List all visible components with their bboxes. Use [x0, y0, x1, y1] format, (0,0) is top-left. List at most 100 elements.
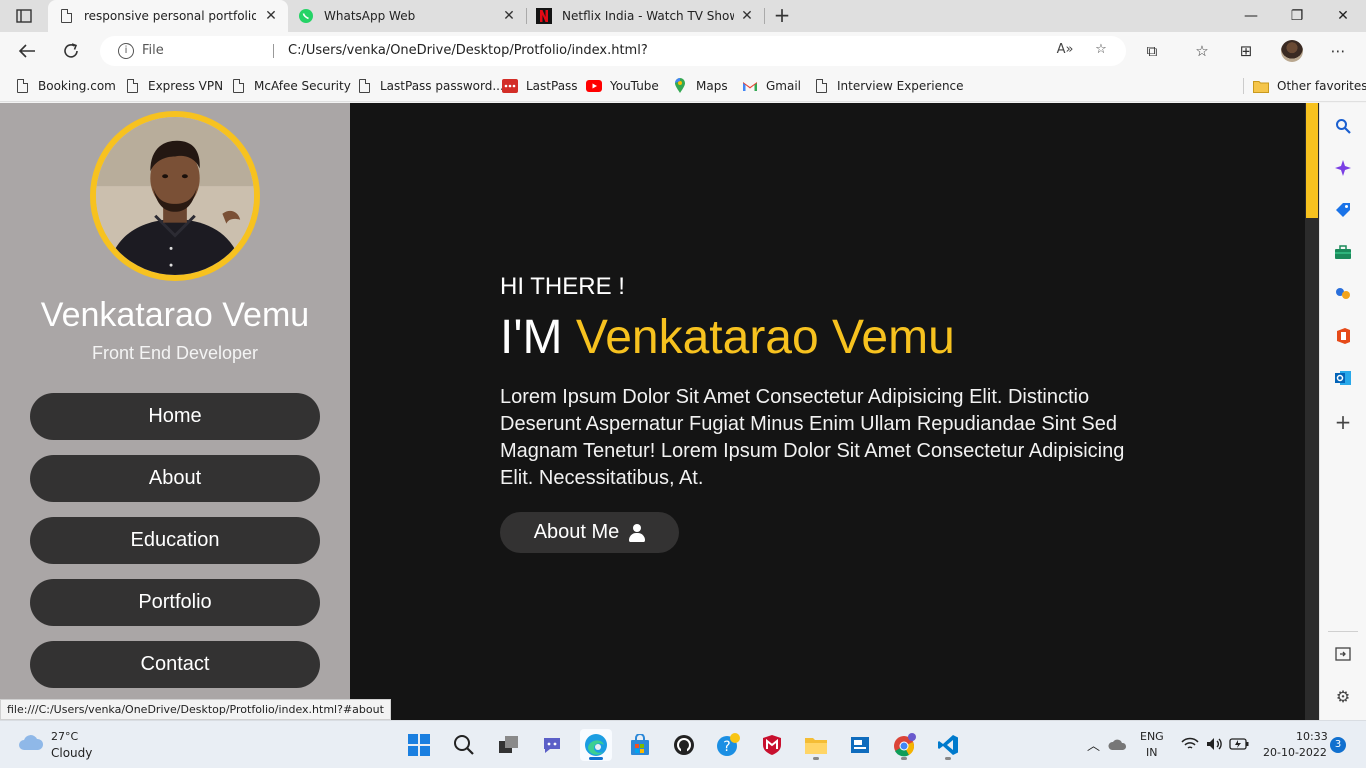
- favorite-lastpass-password[interactable]: LastPass password...: [356, 76, 504, 96]
- favorite-booking[interactable]: Booking.com: [14, 76, 116, 96]
- maps-icon: [672, 78, 688, 94]
- profile-name: Venkatarao Vemu: [40, 296, 310, 334]
- favorite-label: Interview Experience: [837, 79, 964, 93]
- tab-separator: [764, 8, 765, 24]
- microsoft-store-app[interactable]: [624, 729, 656, 761]
- more-menu-icon[interactable]: ⋯: [1328, 41, 1348, 61]
- url-text[interactable]: C:/Users/venka/OneDrive/Desktop/Protfoli…: [288, 43, 648, 58]
- favorite-youtube[interactable]: YouTube: [586, 76, 659, 96]
- minimize-button[interactable]: —: [1228, 0, 1274, 32]
- collections-icon[interactable]: ⊞: [1236, 41, 1256, 61]
- weather-description[interactable]: Cloudy: [51, 746, 92, 760]
- cloud-weather-icon[interactable]: [18, 734, 44, 752]
- tab-netflix[interactable]: Netflix India - Watch TV Shows C ✕: [526, 0, 764, 32]
- about-me-button[interactable]: About Me: [500, 512, 679, 553]
- search-icon[interactable]: [1332, 115, 1354, 137]
- other-favorites[interactable]: Other favorites: [1253, 76, 1366, 96]
- address-bar: i File C:/Users/venka/OneDrive/Desktop/P…: [0, 32, 1366, 70]
- document-icon: [14, 78, 30, 94]
- scrollbar-thumb[interactable]: [1306, 103, 1318, 218]
- mcafee-shield-icon: [763, 735, 781, 755]
- nav-contact[interactable]: Contact: [30, 641, 320, 688]
- nav-home[interactable]: Home: [30, 393, 320, 440]
- active-indicator: [589, 757, 603, 760]
- favorite-lastpass[interactable]: LastPass: [502, 76, 578, 96]
- favorite-maps[interactable]: Maps: [672, 76, 728, 96]
- settings-gear-icon[interactable]: ⚙: [1332, 685, 1354, 707]
- edge-browser-icon: [585, 734, 607, 756]
- restore-button[interactable]: ❐: [1274, 0, 1320, 32]
- add-icon[interactable]: +: [1332, 410, 1354, 434]
- vscode-icon: [938, 735, 958, 755]
- region-indicator[interactable]: IN: [1146, 746, 1157, 759]
- office-icon[interactable]: [1332, 325, 1354, 347]
- close-window-button[interactable]: ✕: [1320, 0, 1366, 32]
- tab-portfolio[interactable]: responsive personal portfolio we ✕: [48, 0, 288, 32]
- tab-whatsapp[interactable]: WhatsApp Web ✕: [288, 0, 526, 32]
- folder-icon: [805, 738, 827, 754]
- chat-app[interactable]: [536, 729, 568, 761]
- page-scrollbar[interactable]: [1305, 103, 1319, 720]
- start-button[interactable]: [403, 729, 435, 761]
- folder-icon: [1253, 78, 1269, 94]
- favorites-icon[interactable]: ☆: [1192, 41, 1212, 61]
- games-icon[interactable]: [1332, 283, 1354, 305]
- back-button[interactable]: [14, 39, 40, 63]
- url-bar[interactable]: i File C:/Users/venka/OneDrive/Desktop/P…: [100, 36, 1126, 66]
- notification-badge[interactable]: 3: [1330, 737, 1346, 753]
- favorite-label: Booking.com: [38, 79, 116, 93]
- info-icon[interactable]: i: [118, 43, 134, 59]
- chrome-app[interactable]: [888, 729, 920, 761]
- wifi-icon[interactable]: [1181, 736, 1199, 752]
- document-icon: [813, 78, 829, 94]
- read-aloud-icon[interactable]: A»: [1056, 42, 1074, 60]
- help-app[interactable]: ?: [712, 729, 744, 761]
- refresh-button[interactable]: [58, 39, 84, 63]
- nav-about[interactable]: About: [30, 455, 320, 502]
- taskbar-search[interactable]: [448, 729, 480, 761]
- extensions-icon[interactable]: ⧉: [1142, 41, 1162, 61]
- hero-heading: I'M Venkatarao Vemu: [500, 310, 955, 365]
- favorite-label: McAfee Security: [254, 79, 351, 93]
- task-view-icon: [499, 736, 518, 753]
- hide-sidebar-icon[interactable]: [1332, 643, 1354, 665]
- battery-icon[interactable]: [1229, 738, 1249, 750]
- netflix-icon: [536, 8, 552, 24]
- profile-avatar[interactable]: [1281, 40, 1303, 62]
- weather-temperature[interactable]: 27°C: [51, 730, 78, 743]
- chevron-up-icon[interactable]: ︿: [1087, 735, 1100, 754]
- onedrive-cloud-icon[interactable]: [1108, 737, 1128, 753]
- clock-date[interactable]: 20-10-2022: [1263, 746, 1327, 759]
- favorite-gmail[interactable]: Gmail: [742, 76, 801, 96]
- chrome-icon: [894, 733, 916, 757]
- language-indicator[interactable]: ENG: [1140, 730, 1164, 743]
- tab-actions-button[interactable]: [10, 6, 38, 26]
- news-app[interactable]: [844, 729, 876, 761]
- sparkle-icon[interactable]: [1332, 157, 1354, 179]
- user-icon: [629, 523, 646, 542]
- edge-app[interactable]: [580, 729, 612, 761]
- favorite-express-vpn[interactable]: Express VPN: [124, 76, 223, 96]
- close-icon[interactable]: ✕: [264, 9, 278, 23]
- tab-bar: responsive personal portfolio we ✕ Whats…: [0, 0, 1366, 32]
- nav-education[interactable]: Education: [30, 517, 320, 564]
- nav-portfolio[interactable]: Portfolio: [30, 579, 320, 626]
- add-favorite-icon[interactable]: ☆: [1092, 42, 1110, 60]
- mcafee-app[interactable]: [756, 729, 788, 761]
- favorite-label: Maps: [696, 79, 728, 93]
- file-explorer-app[interactable]: [800, 729, 832, 761]
- shopping-tag-icon[interactable]: [1332, 199, 1354, 221]
- task-view-button[interactable]: [493, 729, 525, 761]
- close-icon[interactable]: ✕: [502, 9, 516, 23]
- vscode-app[interactable]: [932, 729, 964, 761]
- widget-app[interactable]: [668, 729, 700, 761]
- favorite-mcafee[interactable]: McAfee Security: [230, 76, 351, 96]
- favorite-interview-experience[interactable]: Interview Experience: [813, 76, 964, 96]
- clock-time[interactable]: 10:33: [1296, 730, 1328, 743]
- outlook-icon[interactable]: [1332, 367, 1354, 389]
- tools-icon[interactable]: [1332, 241, 1354, 263]
- document-icon: [230, 78, 246, 94]
- volume-icon[interactable]: [1205, 736, 1223, 752]
- close-icon[interactable]: ✕: [740, 9, 754, 23]
- new-tab-button[interactable]: +: [771, 5, 793, 27]
